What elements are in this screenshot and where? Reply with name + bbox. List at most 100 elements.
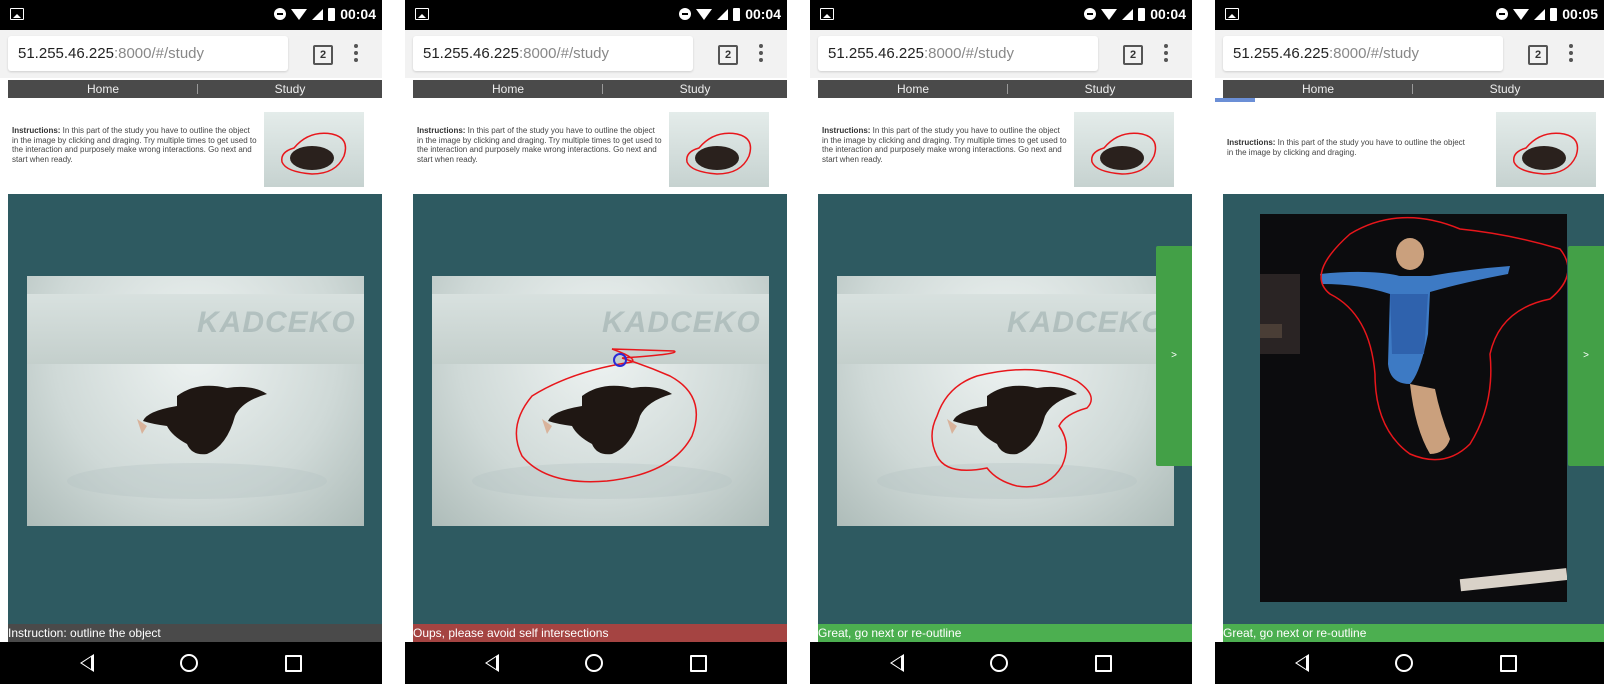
back-icon[interactable] [890,654,904,672]
phone-screen-1: 00:04 51.255.46.225:8000/#/study 2 Home … [0,0,382,684]
recents-icon[interactable] [1095,655,1112,672]
outline-canvas[interactable]: KADCEKO [413,194,787,624]
browser-toolbar: 51.255.46.225:8000/#/study 2 [1215,30,1604,78]
battery-icon [1550,7,1558,21]
do-not-disturb-icon [679,8,692,20]
browser-menu-icon[interactable] [759,44,763,64]
status-message: Instruction: outline the object [8,624,382,642]
tab-switcher-button[interactable]: 2 [1528,45,1548,65]
back-icon[interactable] [1295,654,1309,672]
example-thumbnail [1496,112,1596,187]
gallery-notification-icon [415,8,429,20]
skater-photo: KADCEKO [837,276,1174,526]
url-host: 51.255.46.225 [423,45,519,62]
android-nav-bar [1215,642,1604,684]
cell-signal-icon [717,8,729,20]
site-nav: Home Study [8,80,382,98]
nav-study-link[interactable]: Study [1413,80,1597,98]
url-host: 51.255.46.225 [1233,45,1329,62]
example-outline-image [686,132,752,175]
address-bar[interactable]: 51.255.46.225:8000/#/study [818,36,1098,71]
status-message: Great, go next or re-outline [818,624,1192,642]
example-outline-image [281,132,347,175]
outline-canvas[interactable]: > [1223,194,1604,624]
instructions: Instructions: In this part of the study … [822,126,1067,164]
status-time: 00:05 [1562,6,1598,22]
browser-menu-icon[interactable] [1164,44,1168,64]
example-thumbnail [264,112,364,187]
battery-icon [1138,7,1146,21]
gymnast-photo [1260,214,1567,602]
nav-study-link[interactable]: Study [198,80,382,98]
example-thumbnail [1074,112,1174,187]
url-path: :8000/#/study [518,45,610,62]
address-bar[interactable]: 51.255.46.225:8000/#/study [8,36,288,71]
gallery-notification-icon [1225,8,1239,20]
tab-switcher-button[interactable]: 2 [718,45,738,65]
site-nav: Home Study [818,80,1192,98]
home-icon[interactable] [990,654,1008,672]
home-icon[interactable] [585,654,603,672]
nav-study-link[interactable]: Study [1008,80,1192,98]
url-path: :8000/#/study [923,45,1015,62]
phone-screen-3: 00:04 51.255.46.225:8000/#/study 2 Home … [810,0,1192,684]
instructions-label: Instructions: [417,126,466,135]
outline-canvas[interactable]: KADCEKO [8,194,382,624]
do-not-disturb-icon [1084,8,1097,20]
tab-switcher-button[interactable]: 2 [313,45,333,65]
nav-home-link[interactable]: Home [413,80,603,98]
home-icon[interactable] [1395,654,1413,672]
cell-signal-icon [1122,8,1134,20]
tab-switcher-button[interactable]: 2 [1123,45,1143,65]
skaters-figure [472,348,732,499]
recents-icon[interactable] [1500,655,1517,672]
gymnast-figure [1260,216,1567,592]
gallery-notification-icon [10,8,24,20]
browser-toolbar: 51.255.46.225:8000/#/study 2 [810,30,1192,78]
site-nav: Home Study [1223,80,1604,98]
back-icon[interactable] [485,654,499,672]
url-path: :8000/#/study [1328,45,1420,62]
home-icon[interactable] [180,654,198,672]
gallery-notification-icon [820,8,834,20]
nav-home-link[interactable]: Home [8,80,198,98]
browser-menu-icon[interactable] [354,44,358,64]
recents-icon[interactable] [285,655,302,672]
instructions: Instructions: In this part of the study … [1227,138,1472,157]
skater-photo: KADCEKO [432,276,769,526]
instructions-label: Instructions: [1227,138,1276,147]
browser-menu-icon[interactable] [1569,44,1573,64]
url-host: 51.255.46.225 [18,45,114,62]
example-outline-image [1513,132,1579,175]
next-button[interactable]: > [1156,246,1192,466]
nav-home-link[interactable]: Home [1223,80,1413,98]
site-nav: Home Study [413,80,787,98]
phone-screen-2: 00:04 51.255.46.225:8000/#/study 2 Home … [405,0,787,684]
back-icon[interactable] [80,654,94,672]
status-bar: 00:04 [405,0,787,30]
cell-signal-icon [312,8,324,20]
next-button[interactable]: > [1568,246,1604,466]
skaters-figure [67,385,327,499]
status-time: 00:04 [340,6,376,22]
wifi-icon [1513,8,1530,20]
status-time: 00:04 [1150,6,1186,22]
nav-study-link[interactable]: Study [603,80,787,98]
nav-home-link[interactable]: Home [818,80,1008,98]
do-not-disturb-icon [1496,8,1509,20]
phone-screen-4: 00:05 51.255.46.225:8000/#/study 2 Home … [1215,0,1604,684]
outline-canvas[interactable]: KADCEKO > [818,194,1192,624]
status-message: Great, go next or re-outline [1223,624,1604,642]
status-bar: 00:04 [810,0,1192,30]
skater-photo: KADCEKO [27,276,364,526]
instructions: Instructions: In this part of the study … [417,126,662,164]
skaters-figure [877,368,1137,499]
address-bar[interactable]: 51.255.46.225:8000/#/study [413,36,693,71]
study-progress-bar [1215,98,1255,102]
address-bar[interactable]: 51.255.46.225:8000/#/study [1223,36,1503,71]
do-not-disturb-icon [274,8,287,20]
browser-toolbar: 51.255.46.225:8000/#/study 2 [405,30,787,78]
status-time: 00:04 [745,6,781,22]
recents-icon[interactable] [690,655,707,672]
android-nav-bar [0,642,382,684]
